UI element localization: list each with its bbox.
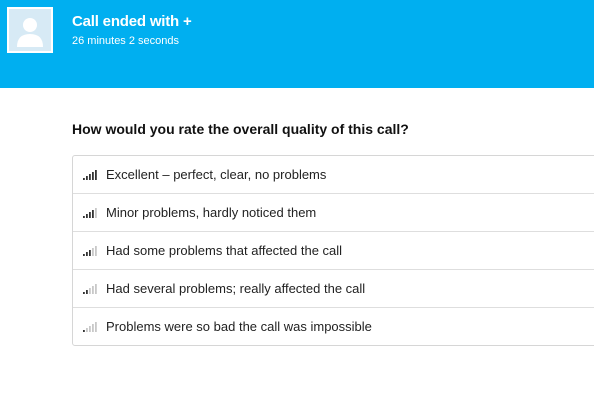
call-header: Call ended with + 26 minutes 2 seconds — [0, 0, 594, 88]
signal-bar — [92, 209, 94, 218]
signal-bar — [89, 325, 91, 332]
signal-bar — [86, 213, 88, 218]
rating-option-minor-problems[interactable]: Minor problems, hardly noticed them — [73, 194, 594, 232]
avatar — [7, 7, 53, 53]
signal-bar — [86, 289, 88, 294]
signal-bar — [95, 169, 97, 180]
signal-bar — [92, 171, 94, 180]
rating-option-label: Minor problems, hardly noticed them — [106, 205, 317, 220]
user-silhouette-icon — [9, 9, 51, 51]
signal-bar — [83, 329, 85, 332]
rating-option-several-problems[interactable]: Had several problems; really affected th… — [73, 270, 594, 308]
rating-option-label: Problems were so bad the call was imposs… — [106, 319, 372, 334]
signal-bar — [92, 247, 94, 256]
signal-bar — [83, 291, 85, 294]
signal-bar — [89, 249, 91, 256]
signal-bar — [92, 323, 94, 332]
signal-bar — [89, 287, 91, 294]
signal-bar — [86, 175, 88, 180]
rating-option-some-problems[interactable]: Had some problems that affected the call — [73, 232, 594, 270]
rating-option-label: Had some problems that affected the call — [106, 243, 343, 258]
signal-bar — [95, 321, 97, 332]
signal-bar — [86, 251, 88, 256]
signal-bars-icon — [83, 245, 97, 256]
rating-options-list: Excellent – perfect, clear, no problems … — [72, 155, 594, 346]
signal-bar — [95, 245, 97, 256]
signal-bar — [83, 253, 85, 256]
signal-bar — [83, 177, 85, 180]
call-duration: 26 minutes 2 seconds — [72, 35, 180, 47]
signal-bar — [92, 285, 94, 294]
signal-bar — [89, 211, 91, 218]
signal-bar — [86, 327, 88, 332]
signal-bar — [83, 215, 85, 218]
signal-bar — [95, 207, 97, 218]
signal-bar — [89, 173, 91, 180]
rating-option-excellent[interactable]: Excellent – perfect, clear, no problems — [73, 156, 594, 194]
signal-bar — [95, 283, 97, 294]
signal-bars-icon — [83, 321, 97, 332]
rating-option-label: Excellent – perfect, clear, no problems — [106, 167, 327, 182]
signal-bars-icon — [83, 207, 97, 218]
rating-option-label: Had several problems; really affected th… — [106, 281, 366, 296]
signal-bars-icon — [83, 283, 97, 294]
call-ended-title: Call ended with + — [72, 13, 192, 30]
signal-bars-icon — [83, 169, 97, 180]
rating-option-impossible[interactable]: Problems were so bad the call was imposs… — [73, 308, 594, 345]
rating-question: How would you rate the overall quality o… — [72, 121, 409, 137]
